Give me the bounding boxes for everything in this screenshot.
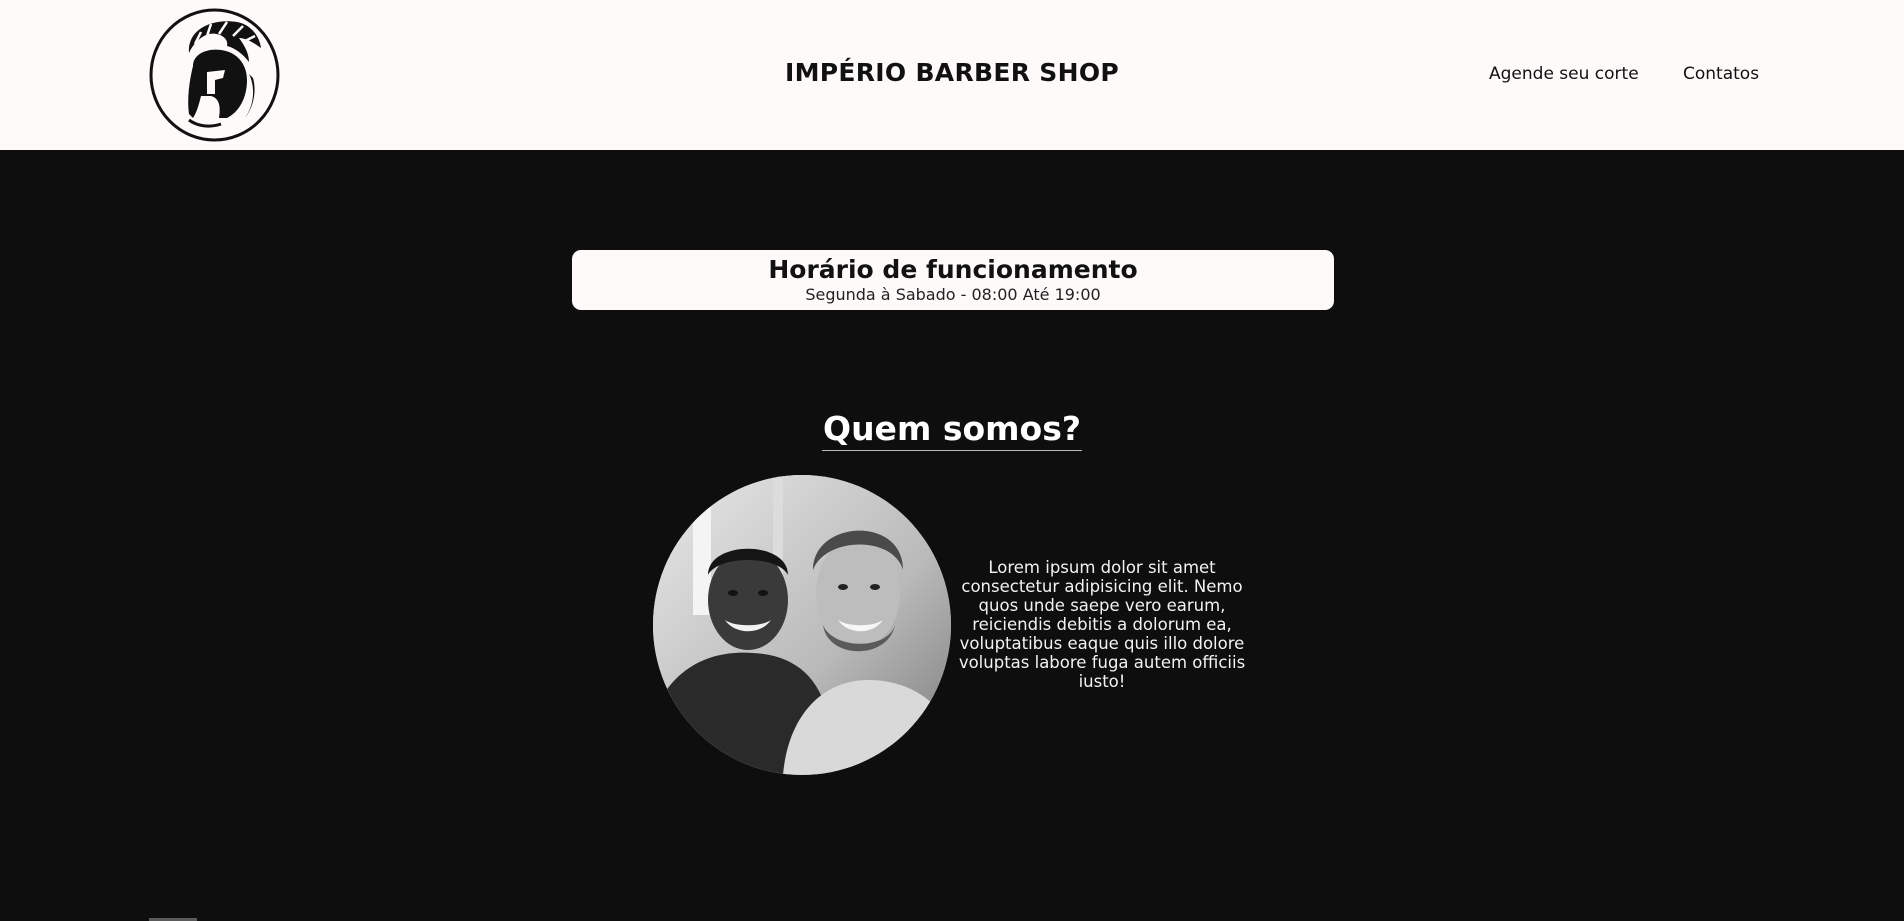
about-section-heading: Quem somos?	[0, 410, 1904, 451]
nav-link-schedule[interactable]: Agende seu corte	[1489, 64, 1639, 84]
opening-hours-card: Horário de funcionamento Segunda à Sabad…	[572, 250, 1334, 310]
opening-hours-title: Horário de funcionamento	[768, 255, 1138, 284]
about-title: Quem somos?	[822, 410, 1082, 451]
opening-hours-schedule: Segunda à Sabado - 08:00 Até 19:00	[805, 285, 1101, 304]
site-header: IMPÉRIO BARBER SHOP Agende seu corte Con…	[0, 0, 1904, 150]
team-photo	[653, 475, 951, 775]
about-description: Lorem ipsum dolor sit amet consectetur a…	[958, 558, 1246, 691]
nav-link-contacts[interactable]: Contatos	[1683, 64, 1759, 84]
